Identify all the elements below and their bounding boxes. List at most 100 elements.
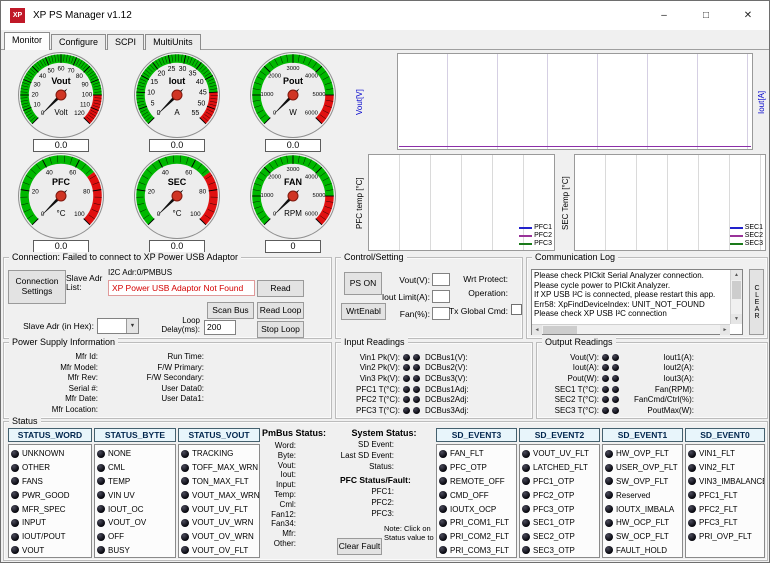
system-status-label: Last SD Event: — [334, 451, 394, 462]
vertical-scrollbar[interactable]: ▲ ▼ — [730, 270, 742, 324]
communication-log-box[interactable]: Please check PICkit Serial Analyzer conn… — [531, 269, 743, 335]
sd-event0-header: SD_EVENT0 — [685, 428, 765, 442]
status-item-label: VOUT_OV_FLT — [192, 546, 248, 555]
maximize-button[interactable]: □ — [685, 1, 727, 30]
slave-adr-hex-label: Slave Adr (in Hex): — [6, 321, 94, 331]
status-item: VOUT_OV_WRN — [181, 530, 259, 544]
status-item: FANS — [11, 475, 91, 489]
reading-row: SEC1 T(°C): Fan(RPM): — [541, 384, 765, 395]
status-item: PFC3_OTP — [522, 502, 599, 516]
status-led — [605, 450, 613, 458]
svg-text:70: 70 — [67, 67, 75, 74]
iout-limit-input[interactable] — [432, 290, 450, 303]
read-loop-button[interactable]: Read Loop — [257, 302, 304, 319]
status-led — [439, 546, 447, 554]
scroll-right-icon[interactable]: ► — [720, 325, 730, 335]
reading-label: Pout(W): — [541, 374, 599, 383]
wrt-protect-label: Wrt Protect: — [452, 274, 508, 284]
svg-text:°C: °C — [57, 209, 66, 218]
tab-monitor[interactable]: Monitor — [4, 32, 50, 50]
legend-line — [519, 227, 532, 229]
system-status-value[interactable] — [396, 440, 406, 451]
pfc-status-value — [396, 487, 406, 498]
sd-event3-list: FAN_FLTPFC_OTPREMOTE_OFFCMD_OFFIOUTX_OCP… — [436, 444, 517, 558]
svg-text:120: 120 — [74, 110, 85, 117]
status-item-label: SW_OCP_FLT — [616, 532, 669, 541]
status-led — [97, 533, 105, 541]
fan-set-label: Fan(%): — [374, 309, 430, 319]
system-status-value[interactable] — [396, 451, 406, 462]
reading-value-led — [612, 354, 619, 361]
svg-text:50: 50 — [197, 101, 205, 108]
scroll-left-icon[interactable]: ◄ — [532, 325, 542, 335]
status-led — [439, 491, 447, 499]
stop-loop-button[interactable]: Stop Loop — [257, 321, 304, 338]
system-status-value[interactable] — [396, 462, 406, 473]
adaptor-status-field[interactable]: XP Power USB Adaptor Not Found — [108, 280, 255, 296]
scroll-up-icon[interactable]: ▲ — [731, 270, 742, 280]
status-item: PFC_OTP — [439, 461, 516, 475]
pmbus-row: Cml: — [262, 500, 332, 510]
pmbus-row: Fan34: — [262, 519, 332, 529]
status-item: PFC2_OTP — [522, 488, 599, 502]
svg-text:40: 40 — [46, 169, 54, 176]
operation-label: Operation: — [452, 288, 508, 298]
vout-set-input[interactable] — [432, 273, 450, 286]
output-readings-section: Output Readings Vout(V): Iout1(A): Iout(… — [536, 342, 768, 419]
minimize-button[interactable]: – — [643, 1, 685, 30]
reading-row: SEC2 T(°C): FanCmd/Ctrl(%): — [541, 394, 765, 405]
system-status-label: SD Event: — [334, 440, 394, 451]
status-item: NONE — [97, 447, 175, 461]
title-bar[interactable]: XP XP PS Manager v1.12 – □ ✕ — [1, 1, 769, 30]
status-led — [11, 519, 19, 527]
horizontal-scrollbar[interactable]: ◄ ► — [532, 324, 730, 334]
status-item: VOUT_UV_WRN — [181, 516, 259, 530]
status-item-label: VOUT — [22, 546, 44, 555]
reading-row: Iout(A): Iout2(A): — [541, 363, 765, 374]
dropdown-arrow-icon[interactable]: ▼ — [126, 319, 138, 333]
reading-value-led — [413, 386, 420, 393]
status-led — [522, 546, 530, 554]
scrollbar-thumb[interactable] — [732, 281, 741, 299]
reading-value-led — [413, 364, 420, 371]
status-item: VOUT — [11, 544, 91, 558]
tab-configure[interactable]: Configure — [51, 34, 106, 50]
connection-settings-button[interactable]: Connection Settings — [8, 270, 66, 304]
reading-label: Fan(RPM): — [622, 385, 694, 394]
clear-log-button[interactable]: CLEAR — [749, 269, 764, 335]
status-led — [97, 546, 105, 554]
gauge-value: 0.0 — [33, 139, 89, 152]
slave-adr-hex-combo[interactable]: ▼ — [97, 318, 139, 334]
status-led — [181, 464, 189, 472]
reading-value-led — [612, 364, 619, 371]
clear-fault-button[interactable]: Clear Fault — [337, 538, 382, 555]
close-button[interactable]: ✕ — [727, 1, 769, 30]
svg-text:PFC: PFC — [52, 177, 71, 187]
pfc-status-label: PFC3: — [334, 509, 394, 520]
scan-bus-button[interactable]: Scan Bus — [207, 302, 254, 319]
status-vout-column: STATUS_VOUT TRACKINGTOFF_MAX_WRNTON_MAX_… — [178, 428, 260, 558]
app-icon: XP — [10, 8, 25, 23]
reading-value-led — [403, 364, 410, 371]
input-readings-header: Input Readings — [341, 337, 408, 347]
psu-info-label: Serial #: — [8, 384, 98, 395]
status-item: OTHER — [11, 461, 91, 475]
status-led — [688, 477, 696, 485]
communication-log-header: Communication Log — [532, 252, 618, 262]
scrollbar-thumb[interactable] — [543, 326, 577, 334]
svg-text:20: 20 — [158, 71, 166, 78]
reading-value-led — [602, 386, 609, 393]
status-item: IOUT/POUT — [11, 530, 91, 544]
status-item: UNKNOWN — [11, 447, 91, 461]
tx-global-cmd-checkbox[interactable] — [511, 304, 522, 315]
status-item: USER_OVP_FLT — [605, 461, 682, 475]
read-button[interactable]: Read — [257, 280, 304, 297]
status-led — [605, 546, 613, 554]
loop-delay-input[interactable]: 200 — [204, 320, 236, 335]
tab-multiunits[interactable]: MultiUnits — [145, 34, 201, 50]
tab-scpi[interactable]: SCPI — [107, 34, 144, 50]
scroll-down-icon[interactable]: ▼ — [731, 314, 742, 324]
svg-text:0: 0 — [41, 211, 45, 218]
pmbus-row: Input: — [262, 480, 332, 490]
reading-row: PFC3 T(°C): DCBus3Adj: — [340, 405, 530, 416]
